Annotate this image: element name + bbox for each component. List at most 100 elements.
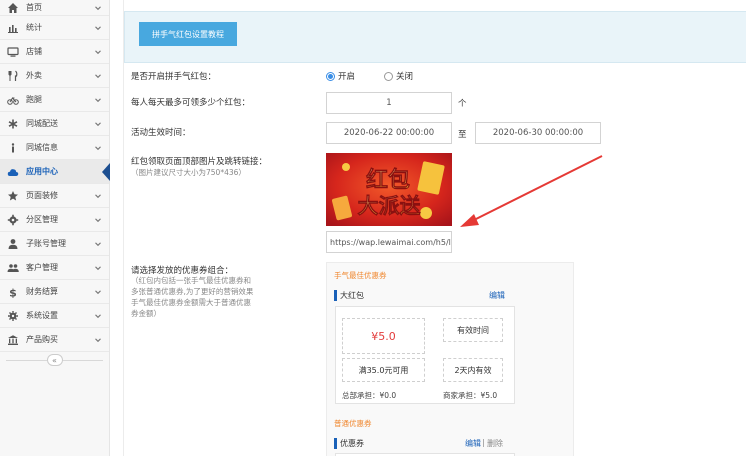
tutorial-button[interactable]: 拼手气红包设置教程 <box>139 22 237 46</box>
start-time-input[interactable]: 2020-06-22 00:00:00 <box>326 122 452 144</box>
sidebar-item-fork-knife[interactable]: 外卖 <box>0 64 109 88</box>
sidebar-item-users[interactable]: 客户管理 <box>0 256 109 280</box>
banner-text-bottom: 大派送 <box>358 194 422 218</box>
bar-chart-icon <box>6 21 20 35</box>
normal-coupon-name: 优惠券 <box>340 438 364 448</box>
best-coupon-name: 大红包 <box>340 290 364 300</box>
normal-coupon-section-title: 普通优惠券 <box>334 419 372 428</box>
coupon-condition: 满35.0元可用 <box>358 365 409 375</box>
sidebar-item-label: 产品购买 <box>26 335 58 344</box>
coupon-condition-box: 满35.0元可用 <box>342 358 425 382</box>
info-icon <box>6 141 20 155</box>
cloud-icon <box>6 165 20 179</box>
fork-knife-icon <box>6 69 20 83</box>
sidebar-item-bar-chart[interactable]: 统计 <box>0 16 109 40</box>
sidebar-item-label: 客户管理 <box>26 263 58 272</box>
chevron-down-icon <box>91 264 105 272</box>
red-envelope-banner-graphic: 红包 大派送 <box>326 153 452 226</box>
cog-icon <box>6 309 20 323</box>
radio-label: 关闭 <box>396 72 414 82</box>
star-icon <box>6 189 20 203</box>
sidebar-item-label: 同城配送 <box>26 119 58 128</box>
bank-icon <box>6 333 20 347</box>
sidebar-item-info[interactable]: 同城信息 <box>0 136 109 160</box>
chevron-down-icon <box>91 96 105 104</box>
chevron-down-icon <box>91 288 105 296</box>
normal-coupon-delete-link[interactable]: 删除 <box>487 438 503 449</box>
sidebar-item-home[interactable]: 首页 <box>0 0 109 16</box>
sidebar-item-cog[interactable]: 系统设置 <box>0 304 109 328</box>
chevron-down-icon <box>91 24 105 32</box>
sidebar-item-label: 系统设置 <box>26 311 58 320</box>
chevron-down-icon <box>91 240 105 248</box>
radio-dot <box>384 71 393 81</box>
section-marker <box>334 289 337 301</box>
sidebar-item-label: 页面装修 <box>26 191 58 200</box>
banner-image[interactable]: 红包 大派送 <box>326 153 452 226</box>
radio-enable-on[interactable]: 开启 <box>326 70 355 82</box>
chevron-down-icon <box>91 312 105 320</box>
sidebar-item-user[interactable]: 子账号管理 <box>0 232 109 256</box>
daily-limit-unit: 个 <box>458 99 467 109</box>
chevron-down-icon <box>91 4 105 12</box>
main-content: 拼手气红包设置教程 是否开启拼手气红包： 开启 关闭 每人每天最多可领多少个红包… <box>110 0 746 456</box>
sidebar-item-monitor[interactable]: 店铺 <box>0 40 109 64</box>
banner-label: 红包领取页面顶部图片及跳转链接： <box>131 157 268 167</box>
asterisk-icon <box>6 117 20 131</box>
validity-label: 有效时间 <box>457 325 489 335</box>
radio-enable-off[interactable]: 关闭 <box>384 70 413 82</box>
validity-value: 2天内有效 <box>454 365 492 375</box>
best-coupon-edit-link[interactable]: 编辑 <box>489 290 505 301</box>
chevron-down-icon <box>91 336 105 344</box>
best-coupon-header: 大红包 <box>334 289 514 301</box>
coupon-panel: 手气最佳优惠券 大红包 编辑 ¥5.0 有效时间 满35.0元可用 2天内有效 <box>326 262 574 456</box>
settings-form: 拼手气红包设置教程 是否开启拼手气红包： 开启 关闭 每人每天最多可领多少个红包… <box>123 0 746 456</box>
user-icon <box>6 237 20 251</box>
best-coupon-section-title: 手气最佳优惠券 <box>334 271 387 280</box>
sidebar-item-star[interactable]: 页面装修 <box>0 184 109 208</box>
users-icon <box>6 261 20 275</box>
coupon-hint-line-1: （红包内包括一张手气最佳优惠券和 <box>131 276 251 285</box>
tutorial-panel: 拼手气红包设置教程 <box>124 11 746 63</box>
coupon-amount: ¥5.0 <box>371 329 396 343</box>
sidebar-item-label: 跑腿 <box>26 95 42 104</box>
merchant-share: 商家承担：¥5.0 <box>443 391 498 400</box>
sidebar-nav: 首页统计店铺外卖跑腿同城配送同城信息应用中心页面装修分区管理子账号管理客户管理 $… <box>0 0 110 352</box>
end-time-input[interactable]: 2020-06-30 00:00:00 <box>475 122 601 144</box>
validity-value-box: 2天内有效 <box>443 358 503 382</box>
radio-dot <box>326 71 335 81</box>
coupon-hint-line-4: 券金额） <box>131 309 161 318</box>
chevron-down-icon <box>91 216 105 224</box>
svg-text:$: $ <box>9 286 17 298</box>
monitor-icon <box>6 45 20 59</box>
banner-text-top: 红包 <box>366 167 410 193</box>
sidebar-item-asterisk[interactable]: 同城配送 <box>0 112 109 136</box>
gear-icon <box>6 213 20 227</box>
chevron-down-icon <box>91 72 105 80</box>
sidebar-item-label: 外卖 <box>26 71 42 80</box>
banner-link-input[interactable]: https://wap.lewaimai.com/h5/l <box>326 231 452 253</box>
sidebar-item-label: 应用中心 <box>26 167 58 176</box>
sidebar-collapse-button[interactable]: « <box>46 354 63 366</box>
annotation-arrow-icon <box>460 155 603 227</box>
active-time-label: 活动生效时间： <box>131 128 191 138</box>
validity-label-box: 有效时间 <box>443 318 503 342</box>
sidebar-item-label: 分区管理 <box>26 215 58 224</box>
banner-hint: （图片建议尺寸大小为750*436） <box>131 168 246 177</box>
sidebar-item-gear[interactable]: 分区管理 <box>0 208 109 232</box>
sidebar-item-cloud[interactable]: 应用中心 <box>0 160 110 184</box>
link-divider: | <box>482 438 485 447</box>
sidebar-item-dollar[interactable]: $ 财务结算 <box>0 280 109 304</box>
coupon-amount-box: ¥5.0 <box>342 318 425 354</box>
daily-limit-input[interactable]: 1 <box>326 92 452 114</box>
normal-coupon-edit-link[interactable]: 编辑 <box>465 438 481 449</box>
chevron-down-icon <box>91 192 105 200</box>
sidebar-item-label: 财务结算 <box>26 287 58 296</box>
sidebar-item-bicycle[interactable]: 跑腿 <box>0 88 109 112</box>
hq-share: 总部承担：¥0.0 <box>342 391 397 400</box>
sidebar-item-label: 子账号管理 <box>26 239 66 248</box>
sidebar-item-label: 首页 <box>26 3 42 12</box>
coupon-hint-line-2: 多张普通优惠券,为了更好的营销效果 <box>131 287 254 296</box>
sidebar-item-label: 统计 <box>26 23 42 32</box>
sidebar-item-bank[interactable]: 产品购买 <box>0 328 109 352</box>
